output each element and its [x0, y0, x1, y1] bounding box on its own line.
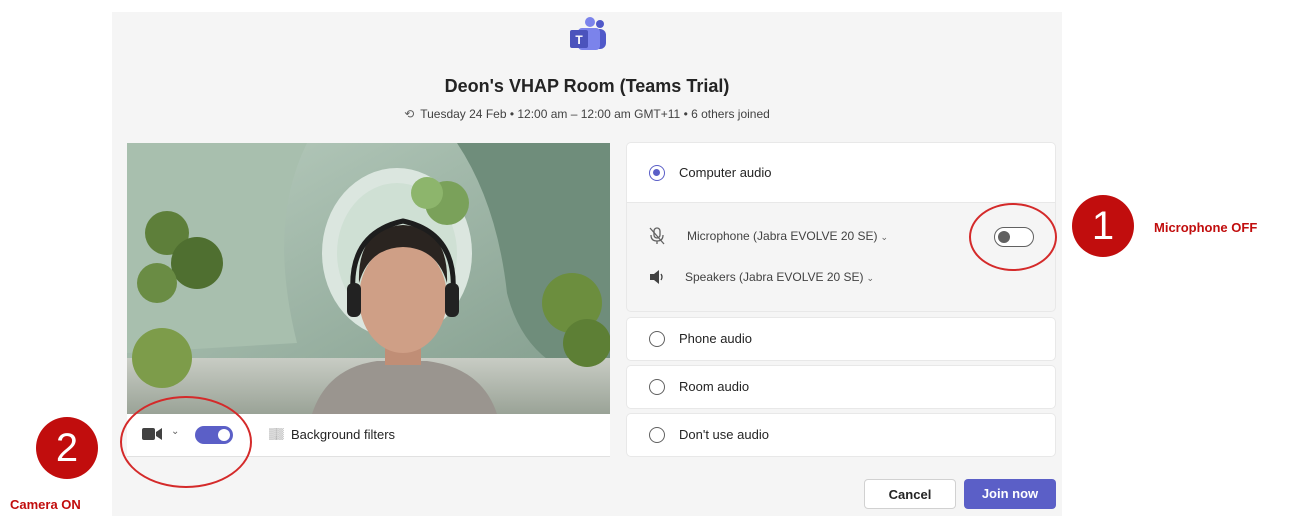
microphone-label: Microphone (Jabra EVOLVE 20 SE) [687, 229, 878, 243]
recurring-icon: ⟲ [404, 107, 415, 121]
no-audio-radio[interactable] [649, 427, 665, 443]
camera-annotation-ring [120, 396, 252, 488]
meeting-schedule: ⟲ Tuesday 24 Feb • 12:00 am – 12:00 am GM… [112, 107, 1062, 121]
annotation-label-microphone: Microphone OFF [1154, 220, 1258, 235]
speaker-icon [650, 270, 663, 284]
no-audio-label: Don't use audio [679, 427, 769, 442]
teams-logo-icon: T [570, 17, 606, 50]
schedule-text: Tuesday 24 Feb • 12:00 am – 12:00 am GMT… [420, 107, 770, 121]
phone-audio-radio[interactable] [649, 331, 665, 347]
video-preview [127, 143, 610, 414]
computer-audio-label: Computer audio [679, 165, 772, 180]
mic-off-icon [649, 227, 665, 245]
microphone-annotation-ring [969, 203, 1057, 271]
background-filters-button[interactable]: Background filters [291, 427, 395, 442]
room-audio-option[interactable]: Room audio [627, 366, 1055, 408]
computer-audio-option[interactable]: Computer audio [627, 143, 1055, 203]
speakers-label: Speakers (Jabra EVOLVE 20 SE) [685, 270, 864, 284]
meeting-title: Deon's VHAP Room (Teams Trial) [444, 76, 730, 96]
speakers-device-selector[interactable]: Speakers (Jabra EVOLVE 20 SE) ⌄ [685, 270, 874, 284]
background-filter-icon: ▒▒ [269, 428, 284, 440]
join-now-button[interactable]: Join now [964, 479, 1056, 509]
room-audio-label: Room audio [679, 379, 750, 394]
room-audio-radio[interactable] [649, 379, 665, 395]
phone-audio-label: Phone audio [679, 331, 753, 346]
annotation-badge-2: 2 [36, 417, 98, 479]
chevron-down-icon: ⌄ [866, 273, 875, 283]
chevron-down-icon: ⌄ [880, 232, 889, 242]
phone-audio-option[interactable]: Phone audio [627, 318, 1055, 360]
no-audio-option[interactable]: Don't use audio [627, 414, 1055, 456]
annotation-label-camera: Camera ON [10, 497, 81, 512]
computer-audio-radio[interactable] [649, 165, 665, 181]
cancel-button[interactable]: Cancel [864, 479, 956, 509]
annotation-badge-1: 1 [1072, 195, 1134, 257]
svg-text:T: T [575, 33, 583, 47]
microphone-device-selector[interactable]: Microphone (Jabra EVOLVE 20 SE) ⌄ [687, 229, 888, 243]
